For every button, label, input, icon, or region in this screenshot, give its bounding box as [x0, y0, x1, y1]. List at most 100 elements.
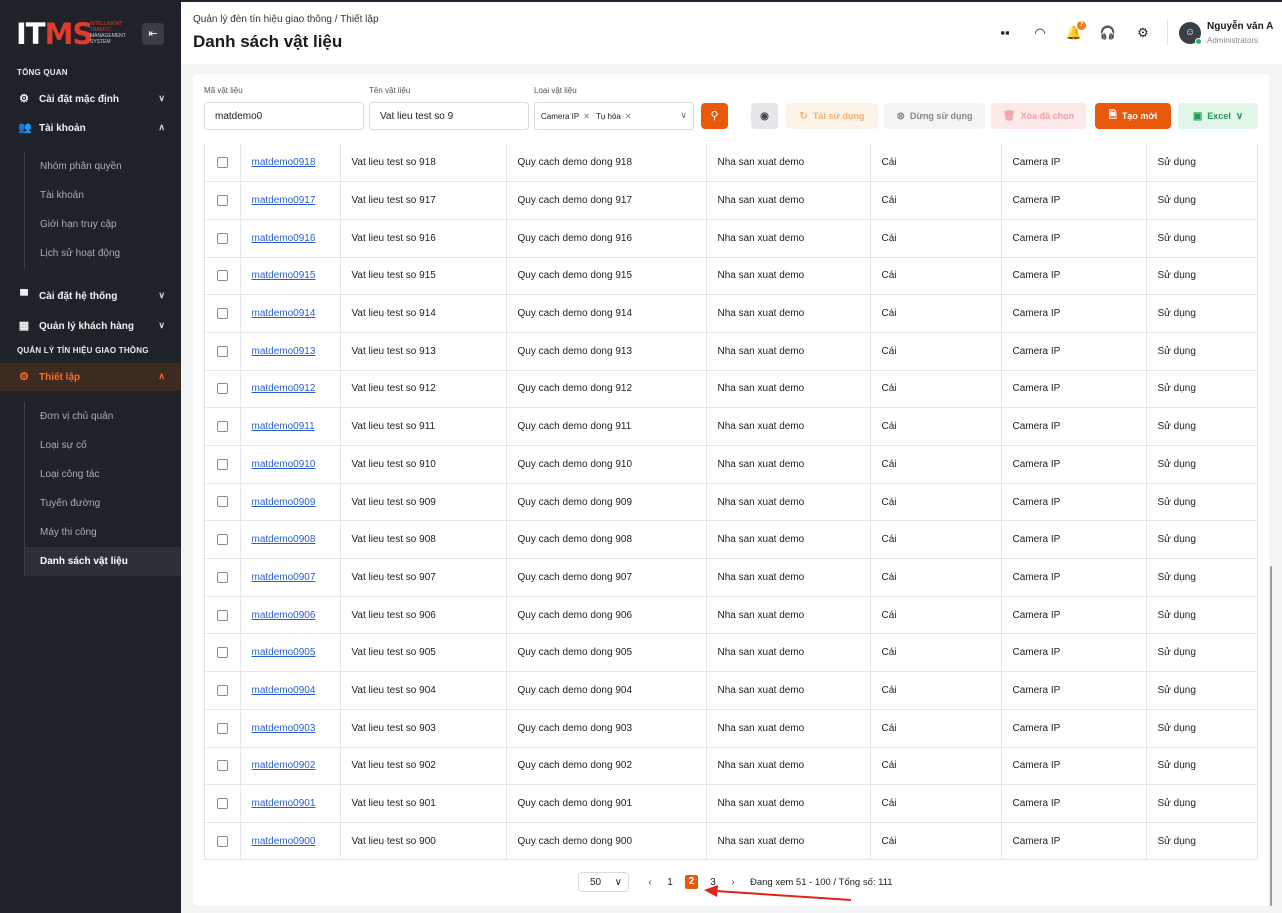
material-code-link[interactable]: matdemo0918	[252, 157, 316, 168]
table-row[interactable]: matdemo0913 Vat lieu test so 913 Quy cach …	[205, 332, 1257, 371]
material-code-link[interactable]: matdemo0902	[252, 760, 316, 771]
excel-button[interactable]: ▣ Excel ∨	[1178, 103, 1258, 129]
stop-using-button[interactable]: ⊗ Dừng sử dụng	[884, 103, 985, 129]
table-row[interactable]: matdemo0918 Vat lieu test so 918 Quy cach …	[205, 144, 1257, 183]
sidebar-subitem-activity-history[interactable]: Lịch sử hoạt động	[25, 239, 181, 268]
row-checkbox[interactable]	[216, 571, 228, 583]
row-checkbox[interactable]	[216, 232, 228, 244]
table-row[interactable]: matdemo0900 Vat lieu test so 900 Quy cach …	[205, 822, 1257, 859]
sidebar-item-default-settings[interactable]: ⚙ Cài đặt mặc định ∨	[0, 85, 181, 113]
user-name[interactable]: Nguyễn văn A	[1207, 21, 1273, 32]
reuse-button[interactable]: ↻ Tái sử dụng	[786, 103, 878, 129]
table-row[interactable]: matdemo0902 Vat lieu test so 902 Quy cach …	[205, 747, 1257, 786]
sidebar-item-customers[interactable]: ▦ Quản lý khách hàng ∨	[0, 312, 181, 340]
sidebar-subitem-accounts[interactable]: Tài khoản	[25, 181, 181, 210]
page-2-button[interactable]: 2	[685, 875, 698, 889]
type-filter-select[interactable]: Camera IP ✕ Tụ hóa ✕ ∨	[534, 102, 694, 130]
sidebar-item-accounts[interactable]: 👥 Tài khoản ∧	[0, 114, 181, 142]
material-code-link[interactable]: matdemo0912	[252, 383, 316, 394]
row-checkbox[interactable]	[216, 496, 228, 508]
material-code-link[interactable]: matdemo0908	[252, 534, 316, 545]
table-row[interactable]: matdemo0905 Vat lieu test so 905 Quy cach …	[205, 633, 1257, 673]
breadcrumb[interactable]: Quản lý đèn tín hiệu giao thông / Thiết …	[193, 14, 379, 25]
remove-tag-icon[interactable]: ✕	[583, 112, 590, 121]
table-row[interactable]: matdemo0907 Vat lieu test so 907 Quy cach …	[205, 558, 1257, 597]
material-code-link[interactable]: matdemo0904	[252, 685, 316, 696]
name-filter-input[interactable]	[369, 102, 529, 130]
page-1-button[interactable]: 1	[659, 877, 681, 888]
row-checkbox[interactable]	[216, 609, 228, 621]
row-checkbox[interactable]	[216, 421, 228, 433]
table-row[interactable]: matdemo0908 Vat lieu test so 908 Quy cach …	[205, 520, 1257, 560]
sidebar-subitem-routes[interactable]: Tuyến đường	[25, 489, 181, 518]
material-code-link[interactable]: matdemo0917	[252, 195, 316, 206]
prev-page-icon[interactable]: ‹	[641, 877, 659, 888]
table-row[interactable]: matdemo0915 Vat lieu test so 915 Quy cach …	[205, 257, 1257, 296]
sidebar-subitem-managing-units[interactable]: Đơn vị chủ quản	[25, 402, 181, 431]
row-checkbox[interactable]	[216, 270, 228, 282]
dashboard-gauge-icon[interactable]: ◠	[1031, 24, 1049, 42]
material-code-link[interactable]: matdemo0913	[252, 346, 316, 357]
table-row[interactable]: matdemo0910 Vat lieu test so 910 Quy cach …	[205, 445, 1257, 484]
collapse-sidebar-button[interactable]: ⇤	[142, 23, 164, 45]
material-code-link[interactable]: matdemo0914	[252, 308, 316, 319]
material-code-link[interactable]: matdemo0903	[252, 723, 316, 734]
row-checkbox[interactable]	[216, 194, 228, 206]
material-code-link[interactable]: matdemo0906	[252, 610, 316, 621]
table-row[interactable]: matdemo0903 Vat lieu test so 903 Quy cach …	[205, 709, 1257, 748]
table-row[interactable]: matdemo0904 Vat lieu test so 904 Quy cach …	[205, 671, 1257, 710]
table-row[interactable]: matdemo0917 Vat lieu test so 917 Quy cach …	[205, 181, 1257, 220]
table-row[interactable]: matdemo0916 Vat lieu test so 916 Quy cach …	[205, 219, 1257, 258]
itms-logo[interactable]: ITMS INTELLIGENT TRAFFIC MANAGEMENT SYST…	[16, 18, 136, 50]
sidebar-subitem-permission-groups[interactable]: Nhóm phân quyền	[25, 152, 181, 181]
search-button[interactable]: ⚲	[701, 103, 728, 129]
view-button[interactable]: ◉	[751, 103, 778, 129]
avatar[interactable]: ☺	[1179, 22, 1202, 45]
material-code-link[interactable]: matdemo0900	[252, 836, 316, 847]
row-checkbox[interactable]	[216, 760, 228, 772]
page-3-button[interactable]: 3	[702, 877, 724, 888]
table-row[interactable]: matdemo0906 Vat lieu test so 906 Quy cach …	[205, 596, 1257, 635]
row-checkbox[interactable]	[216, 534, 228, 546]
material-code-link[interactable]: matdemo0909	[252, 497, 316, 508]
page-size-select[interactable]: 50 ∨	[578, 872, 629, 892]
table-row[interactable]: matdemo0914 Vat lieu test so 914 Quy cach …	[205, 294, 1257, 333]
row-checkbox[interactable]	[216, 383, 228, 395]
row-checkbox[interactable]	[216, 308, 228, 320]
row-checkbox[interactable]	[216, 458, 228, 470]
bell-icon[interactable]: 🔔 7	[1065, 21, 1086, 42]
table-row[interactable]: matdemo0901 Vat lieu test so 901 Quy cach …	[205, 784, 1257, 823]
row-checkbox[interactable]	[216, 797, 228, 809]
material-code-link[interactable]: matdemo0910	[252, 459, 316, 470]
material-code-link[interactable]: matdemo0901	[252, 798, 316, 809]
table-row[interactable]: matdemo0911 Vat lieu test so 911 Quy cach …	[205, 407, 1257, 446]
row-checkbox[interactable]	[216, 157, 228, 169]
row-checkbox[interactable]	[216, 345, 228, 357]
sidebar-subitem-access-limits[interactable]: Giới hạn truy cập	[25, 210, 181, 239]
delete-selected-button[interactable]: 🗑 Xóa đã chọn	[991, 103, 1086, 129]
table-row[interactable]: matdemo0909 Vat lieu test so 909 Quy cach …	[205, 483, 1257, 522]
material-code-link[interactable]: matdemo0916	[252, 233, 316, 244]
table-row[interactable]: matdemo0912 Vat lieu test so 912 Quy cach …	[205, 370, 1257, 409]
settings-icon[interactable]: ⚙	[1134, 24, 1152, 42]
sidebar-subitem-materials[interactable]: Danh sách vật liệu	[25, 547, 181, 576]
create-new-button[interactable]: 🗎 Tạo mới	[1095, 103, 1171, 129]
row-checkbox[interactable]	[216, 684, 228, 696]
material-code-link[interactable]: matdemo0915	[252, 270, 316, 281]
sidebar-subitem-incident-types[interactable]: Loại sự cố	[25, 431, 181, 460]
material-code-link[interactable]: matdemo0911	[252, 421, 315, 432]
next-page-icon[interactable]: ›	[724, 877, 742, 888]
row-checkbox[interactable]	[216, 835, 228, 847]
scrollbar[interactable]	[1270, 566, 1272, 906]
sidebar-item-setup[interactable]: ⚙ Thiết lập ∧	[0, 363, 181, 391]
material-code-link[interactable]: matdemo0905	[252, 647, 316, 658]
row-checkbox[interactable]	[216, 722, 228, 734]
code-filter-input[interactable]	[204, 102, 364, 130]
remove-tag-icon[interactable]: ✕	[625, 112, 632, 121]
material-code-link[interactable]: matdemo0907	[252, 572, 316, 583]
sidebar-subitem-machines[interactable]: Máy thi công	[25, 518, 181, 547]
sidebar-subitem-work-types[interactable]: Loại công tác	[25, 460, 181, 489]
headset-icon[interactable]: 🎧	[1099, 24, 1117, 42]
apps-grid-icon[interactable]: ▪▪	[996, 24, 1014, 42]
row-checkbox[interactable]	[216, 647, 228, 659]
